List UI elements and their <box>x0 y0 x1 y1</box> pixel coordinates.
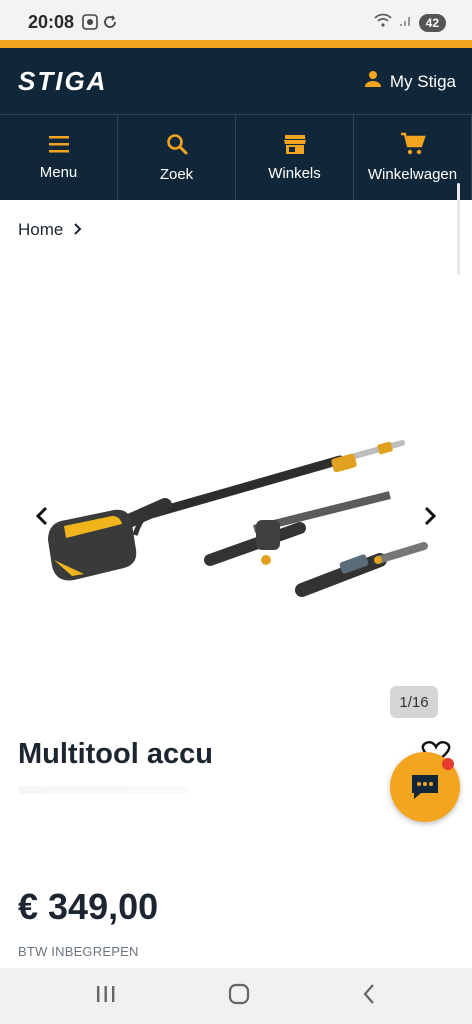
home-button[interactable] <box>228 983 250 1010</box>
my-stiga-label: My Stiga <box>389 71 456 91</box>
breadcrumb: Home <box>18 220 83 240</box>
store-icon <box>283 133 307 159</box>
hamburger-icon <box>47 134 71 158</box>
logo-text: STIGA <box>18 68 107 94</box>
chat-button[interactable] <box>390 752 460 822</box>
nav-item-cart[interactable]: Winkelwagen <box>354 115 472 200</box>
chevron-right-icon <box>424 506 437 526</box>
header-scrollbar[interactable] <box>457 183 460 275</box>
nav-label-cart: Winkelwagen <box>367 166 458 183</box>
back-icon <box>363 983 374 1004</box>
system-nav-bar <box>0 968 472 1024</box>
site-header: STIGA My Stiga <box>0 48 472 114</box>
nav-label-stores: Winkels <box>268 165 321 182</box>
chat-icon <box>412 775 438 799</box>
vat-note: BTW INBEGREPEN <box>18 944 139 959</box>
status-bar: 20:08 42 <box>0 0 472 42</box>
battery-indicator: 42 <box>418 13 446 32</box>
chevron-right-icon <box>73 220 83 240</box>
main-nav: Menu Zoek Winkels Winkelwagen <box>0 114 472 275</box>
breadcrumb-home[interactable]: Home <box>18 220 63 240</box>
rating-placeholder <box>18 786 188 794</box>
cart-icon <box>400 132 426 160</box>
back-button[interactable] <box>361 983 377 1010</box>
signal-icon <box>399 13 413 32</box>
sync-icon <box>102 14 118 35</box>
product-image[interactable] <box>40 410 430 615</box>
status-time: 20:08 <box>28 12 75 32</box>
accent-strip <box>0 40 472 48</box>
nav-item-stores[interactable]: Winkels <box>236 115 354 200</box>
gallery-next-button[interactable] <box>418 502 442 530</box>
user-icon <box>364 70 382 93</box>
screenshot-icon <box>82 14 98 35</box>
home-icon <box>228 983 250 1004</box>
nav-item-search[interactable]: Zoek <box>118 115 236 200</box>
my-stiga-link[interactable]: My Stiga <box>364 70 456 93</box>
product-gallery <box>0 380 472 640</box>
nav-item-menu[interactable]: Menu <box>0 115 118 200</box>
wifi-icon <box>373 12 393 33</box>
notification-badge <box>442 758 454 770</box>
nav-label-menu: Menu <box>39 164 78 181</box>
stiga-logo[interactable]: STIGA <box>18 66 126 99</box>
nav-label-search: Zoek <box>159 166 194 183</box>
product-title: Multitool accu <box>18 738 213 770</box>
search-icon <box>165 132 189 160</box>
recent-apps-button[interactable] <box>95 984 117 1009</box>
recent-apps-icon <box>97 985 115 1002</box>
gallery-counter: 1/16 <box>390 686 438 718</box>
product-price: € 349,00 <box>18 886 159 927</box>
